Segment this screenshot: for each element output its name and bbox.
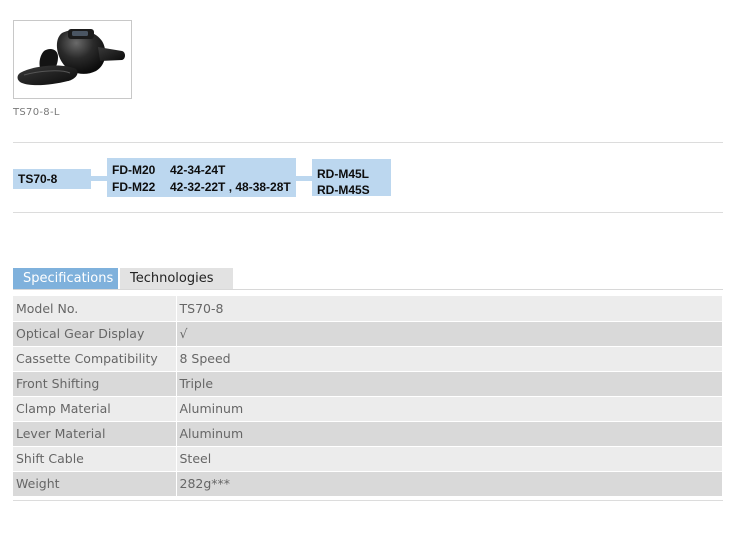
product-thumbnail[interactable] [13, 20, 132, 99]
connector-fd-rd [296, 176, 312, 181]
spec-value: Steel [175, 446, 722, 472]
spec-value: 8 Speed [175, 346, 722, 372]
spec-label: Lever Material [13, 421, 176, 447]
divider-footer [13, 500, 723, 501]
table-row: Front Shifting Triple [13, 371, 722, 397]
tab-technologies[interactable]: Technologies [120, 268, 233, 290]
spec-value: √ [175, 321, 722, 347]
table-row: Clamp Material Aluminum [13, 396, 722, 422]
spec-label: Shift Cable [13, 446, 176, 472]
fd-model: FD-M20 [112, 163, 156, 177]
table-row: Lever Material Aluminum [13, 421, 722, 447]
shifter-model: TS70-8 [18, 172, 58, 186]
spec-value: Aluminum [175, 396, 722, 422]
rd-model: RD-M45S [317, 183, 370, 197]
table-row: Weight 282g*** [13, 471, 722, 497]
front-derailleur-row: FD-M22 42-32-22T , 48-38-28T [112, 180, 291, 194]
front-derailleur-box: FD-M20 42-34-24T FD-M22 42-32-22T , 48-38-… [107, 158, 296, 197]
connector-shifter-fd [91, 176, 107, 181]
divider-top [13, 142, 723, 143]
shifter-product-image [17, 29, 125, 86]
fd-gearing: 42-34-24T [170, 163, 226, 177]
product-image-caption: TS70-8-L [13, 107, 60, 118]
front-derailleur-row: FD-M20 42-34-24T [112, 163, 225, 177]
fd-gearing: 42-32-22T , 48-38-28T [170, 180, 291, 194]
spec-label: Clamp Material [13, 396, 176, 422]
table-row: Cassette Compatibility 8 Speed [13, 346, 722, 372]
spec-label: Weight [13, 471, 176, 497]
spec-label: Cassette Compatibility [13, 346, 176, 372]
spec-value: Triple [175, 371, 722, 397]
spec-label: Front Shifting [13, 371, 176, 397]
spec-label: Model No. [13, 296, 176, 322]
divider-bottom [13, 212, 723, 213]
tab-underline [13, 289, 723, 290]
specifications-table: Model No. TS70-8 Optical Gear Display √ … [13, 296, 722, 497]
component-combination: TS70-8 FD-M20 42-34-24T FD-M22 42-32-22T ,… [0, 155, 732, 200]
spec-label: Optical Gear Display [13, 321, 176, 347]
spec-value: 282g*** [175, 471, 722, 497]
rd-model: RD-M45L [317, 167, 370, 181]
table-row: Shift Cable Steel [13, 446, 722, 472]
table-row: Optical Gear Display √ [13, 321, 722, 347]
fd-model: FD-M22 [112, 180, 156, 194]
rear-derailleur-box: RD-M45L RD-M45S [312, 159, 391, 197]
shifter-model-box: TS70-8 [13, 169, 91, 189]
tab-specifications[interactable]: Specifications [13, 268, 118, 290]
table-row: Model No. TS70-8 [13, 296, 722, 322]
spec-value: TS70-8 [175, 296, 722, 322]
spec-value: Aluminum [175, 421, 722, 447]
